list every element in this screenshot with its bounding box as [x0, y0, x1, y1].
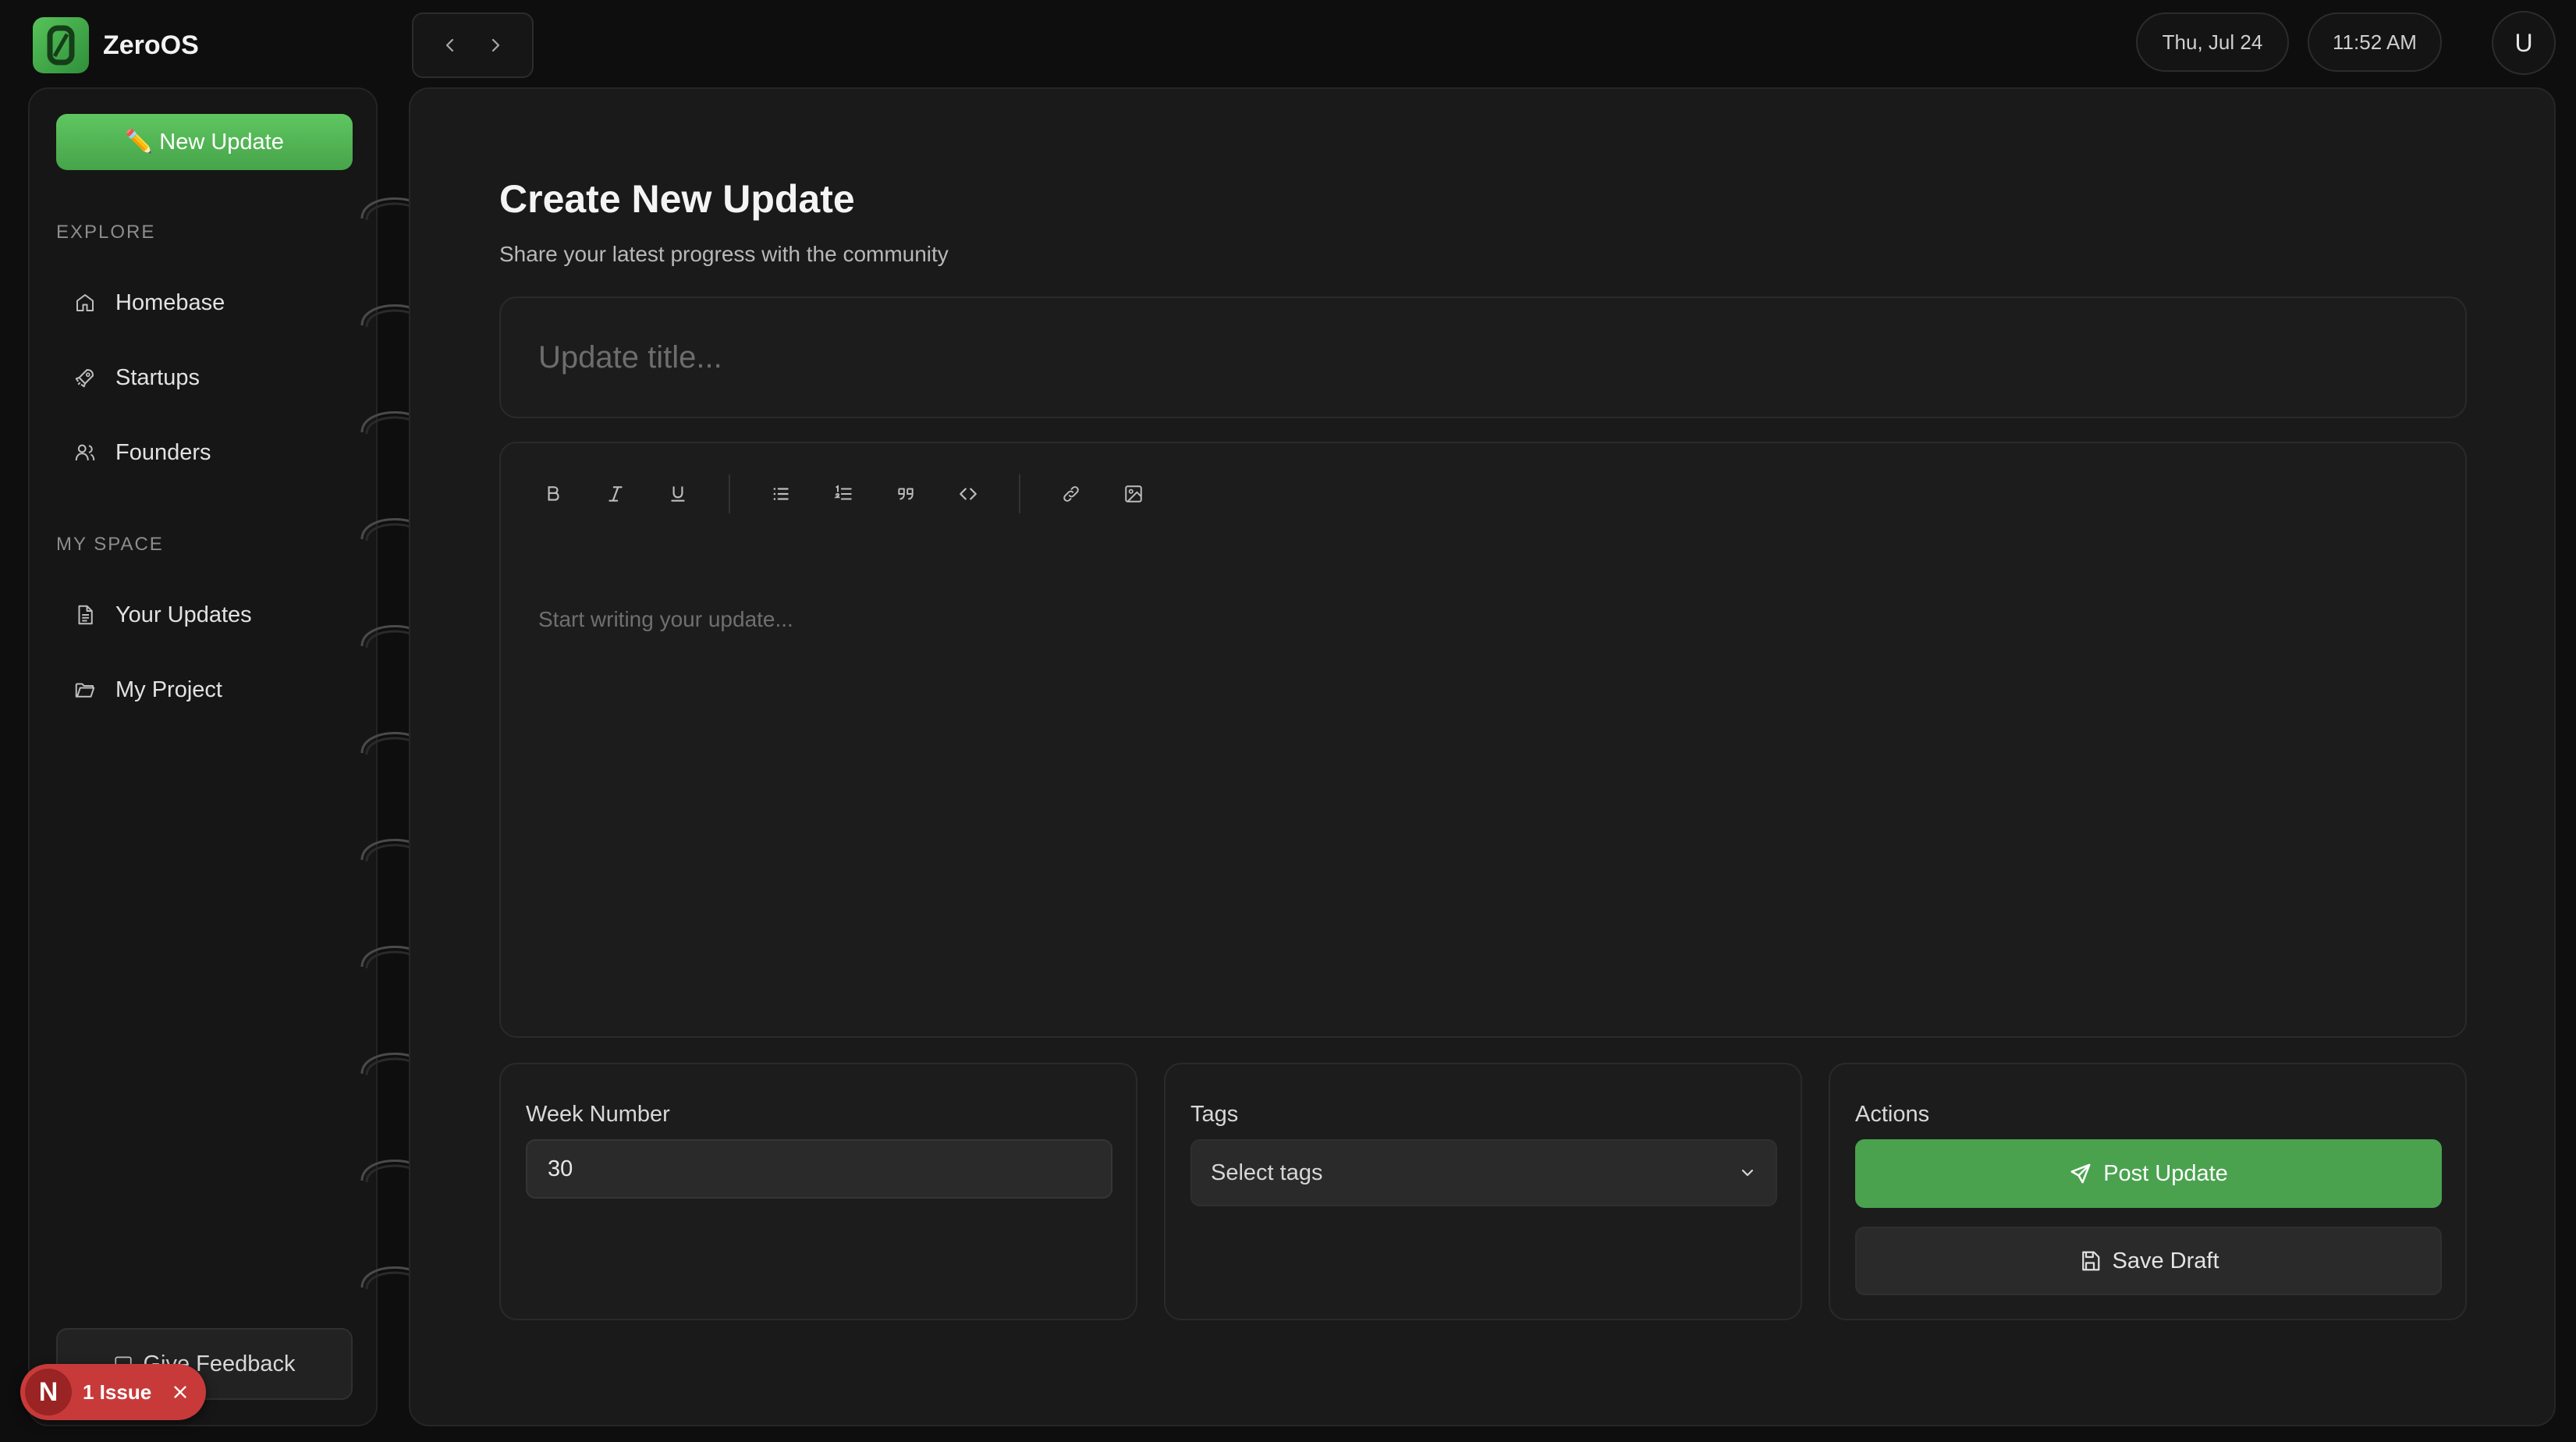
- rocket-icon: [72, 364, 98, 391]
- sidebar-item-startups[interactable]: Startups: [72, 354, 200, 401]
- forward-button[interactable]: [480, 30, 511, 61]
- sidebar-item-label: My Project: [115, 677, 222, 702]
- folder-icon: [72, 677, 98, 703]
- save-draft-button[interactable]: Save Draft: [1855, 1227, 2442, 1295]
- bullet-list-button[interactable]: [761, 474, 800, 513]
- underline-button[interactable]: [658, 474, 697, 513]
- date-pill: Thu, Jul 24: [2136, 12, 2289, 72]
- actions-label: Actions: [1855, 1102, 1930, 1127]
- week-number-card: Week Number: [499, 1063, 1137, 1320]
- tags-select-placeholder: Select tags: [1211, 1160, 1323, 1185]
- image-button[interactable]: [1114, 474, 1153, 513]
- link-button[interactable]: [1052, 474, 1091, 513]
- sidebar-item-founders[interactable]: Founders: [72, 429, 211, 476]
- brand[interactable]: ZeroOS: [33, 17, 199, 73]
- save-icon: [2081, 1251, 2099, 1271]
- editor-body-placeholder[interactable]: Start writing your update...: [538, 607, 793, 632]
- sidebar-item-label: Homebase: [115, 289, 225, 315]
- bold-icon: [548, 486, 559, 501]
- bullet-list-icon: [773, 488, 789, 500]
- issue-badge-initial: N: [25, 1369, 72, 1415]
- time-pill: 11:52 AM: [2308, 12, 2442, 72]
- numbered-list-icon: [834, 485, 852, 500]
- sidebar: ✏️ New Update EXPLORE Homebase Startups …: [28, 87, 378, 1426]
- week-number-label: Week Number: [526, 1102, 670, 1127]
- link-icon: [1063, 486, 1079, 502]
- save-draft-label: Save Draft: [2112, 1248, 2219, 1273]
- close-icon[interactable]: [169, 1380, 192, 1404]
- underline-icon: [671, 486, 685, 502]
- update-title-input[interactable]: [538, 298, 2428, 417]
- sidebar-item-label: Founders: [115, 439, 211, 465]
- users-icon: [72, 439, 98, 466]
- toolbar-divider: [729, 474, 730, 513]
- bold-button[interactable]: [534, 474, 573, 513]
- tags-card: Tags Select tags: [1164, 1063, 1802, 1320]
- quote-button[interactable]: [886, 474, 925, 513]
- sidebar-item-label: Startups: [115, 364, 200, 390]
- explore-section-label: EXPLORE: [56, 222, 156, 243]
- zeroos-logo-icon: [33, 17, 89, 73]
- numbered-list-button[interactable]: [824, 474, 863, 513]
- post-update-button[interactable]: Post Update: [1855, 1139, 2442, 1208]
- sidebar-item-label: Your Updates: [115, 602, 252, 627]
- actions-card: Actions Post Update Save Draft: [1829, 1063, 2467, 1320]
- chevron-left-icon: [445, 38, 454, 52]
- main-panel: Create New Update Share your latest prog…: [409, 87, 2556, 1426]
- update-title-field: [499, 297, 2467, 418]
- sidebar-item-homebase[interactable]: Homebase: [72, 279, 225, 326]
- document-icon: [72, 602, 98, 628]
- post-update-label: Post Update: [2103, 1160, 2228, 1186]
- avatar[interactable]: U: [2492, 11, 2556, 75]
- page-subtitle: Share your latest progress with the comm…: [499, 242, 949, 266]
- page-title: Create New Update: [499, 177, 855, 221]
- italic-button[interactable]: [596, 474, 635, 513]
- send-icon: [2070, 1163, 2091, 1184]
- sidebar-item-your-updates[interactable]: Your Updates: [72, 591, 252, 638]
- tags-label: Tags: [1190, 1102, 1239, 1127]
- tags-select[interactable]: Select tags: [1190, 1139, 1777, 1206]
- history-nav: [412, 12, 534, 78]
- toolbar-divider: [1019, 474, 1020, 513]
- chevron-right-icon: [491, 38, 500, 52]
- new-update-button[interactable]: ✏️ New Update: [56, 114, 353, 170]
- code-icon: [960, 488, 977, 500]
- chevron-down-icon: [1741, 1169, 1754, 1177]
- sidebar-item-my-project[interactable]: My Project: [72, 666, 222, 713]
- home-icon: [72, 289, 98, 316]
- week-number-input[interactable]: [526, 1139, 1112, 1199]
- image-icon: [1125, 485, 1142, 503]
- myspace-section-label: MY SPACE: [56, 534, 164, 555]
- quote-icon: [898, 488, 914, 500]
- issue-count: 1 Issue: [83, 1380, 152, 1404]
- issue-badge[interactable]: N 1 Issue: [20, 1364, 206, 1420]
- app-name: ZeroOS: [103, 30, 199, 60]
- italic-icon: [609, 486, 623, 502]
- editor-toolbar: [501, 443, 2465, 545]
- rich-text-editor: Start writing your update...: [499, 442, 2467, 1038]
- code-button[interactable]: [949, 474, 988, 513]
- back-button[interactable]: [435, 30, 466, 61]
